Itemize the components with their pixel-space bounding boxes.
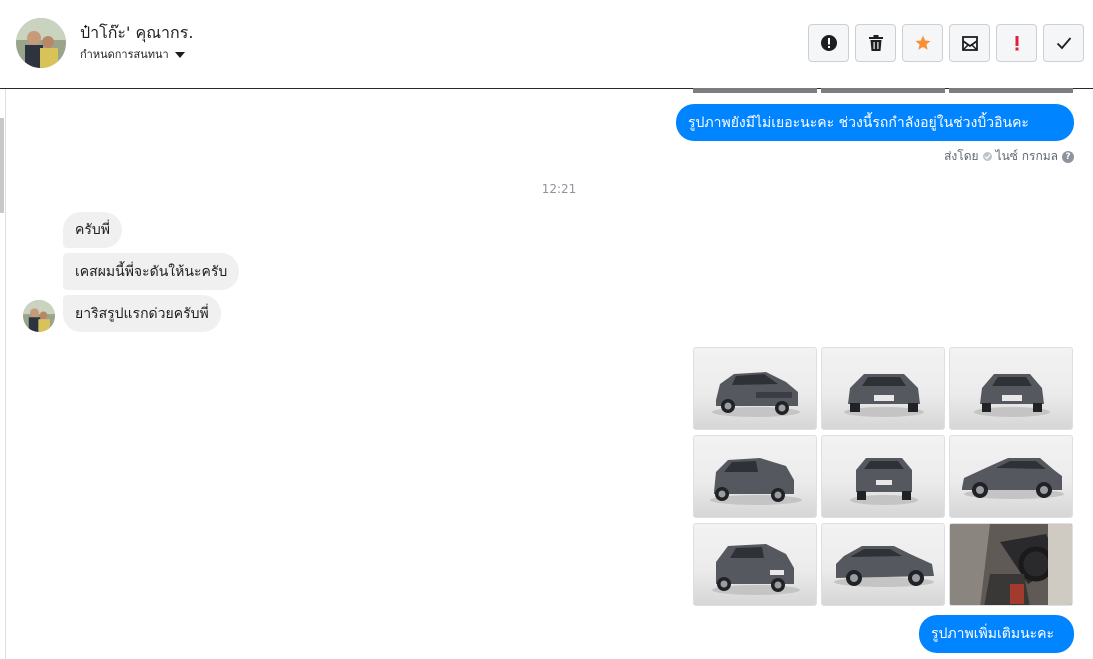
label-dropdown[interactable]: กำหนดการสนทนา	[80, 45, 185, 63]
toolbar-actions	[808, 24, 1084, 62]
incoming-message[interactable]: ยาริสรูปแรกด่วยครับพี่	[63, 295, 221, 332]
outgoing-message[interactable]: รูปภาพเพิ่มเติมนะคะ	[919, 615, 1074, 653]
report-button[interactable]	[808, 24, 849, 62]
sent-by-label: ส่งโดย	[944, 149, 979, 163]
outgoing-message[interactable]: รูปภาพยังมีไม่เยอะนะคะ ช่วงนี้รถกำลังอยู…	[676, 104, 1074, 141]
car-photo-front[interactable]	[821, 347, 945, 430]
car-photo-interior[interactable]	[949, 523, 1073, 606]
verified-check-icon	[982, 152, 992, 161]
car-photo-front-right[interactable]	[949, 347, 1073, 430]
previous-photo-strip[interactable]	[949, 88, 1073, 93]
left-panel-edge	[0, 0, 6, 659]
unread-button[interactable]	[949, 24, 990, 62]
caret-down-icon	[174, 52, 185, 58]
envelope-icon	[961, 36, 978, 51]
incoming-message[interactable]: ครับพี่	[63, 212, 122, 248]
star-button[interactable]	[902, 24, 943, 62]
photo-grid	[693, 347, 1073, 606]
scrollbar-thumb[interactable]	[0, 118, 4, 213]
car-photo-rear[interactable]	[821, 435, 945, 518]
incoming-message[interactable]: เคสผมนี้พี่จะดันให้นะครับ	[63, 253, 240, 290]
sender-name: ไนซ์ กรกมล	[995, 149, 1058, 163]
done-button[interactable]	[1043, 24, 1084, 62]
timestamp: 12:21	[541, 182, 577, 196]
car-photo-side-left[interactable]	[949, 435, 1073, 518]
exclamation-icon	[1015, 36, 1018, 51]
car-photo-rear-left[interactable]	[693, 435, 817, 518]
exclamation-octagon-icon	[820, 35, 837, 51]
priority-button[interactable]	[996, 24, 1037, 62]
checkmark-icon	[1056, 37, 1071, 50]
previous-photo-strip[interactable]	[693, 88, 817, 93]
trash-icon	[868, 35, 883, 51]
sent-by-info: ส่งโดย ไนซ์ กรกมล ?	[944, 147, 1074, 166]
star-icon	[915, 35, 930, 50]
contact-name[interactable]: ป๋าโก๊ะ' คุณากร.	[80, 21, 193, 46]
car-photo-rear-left-angle[interactable]	[693, 523, 817, 606]
delete-button[interactable]	[855, 24, 896, 62]
help-icon[interactable]: ?	[1062, 150, 1074, 163]
previous-photo-strip[interactable]	[821, 88, 945, 93]
sender-avatar[interactable]	[23, 300, 55, 332]
conversation-header: ป๋าโก๊ะ' คุณากร. กำหนดการสนทนา	[0, 0, 1093, 89]
car-photo-side-right[interactable]	[821, 523, 945, 606]
label-dropdown-text: กำหนดการสนทนา	[80, 48, 169, 61]
car-photo-front-left[interactable]	[693, 347, 817, 430]
contact-avatar[interactable]	[16, 18, 66, 68]
